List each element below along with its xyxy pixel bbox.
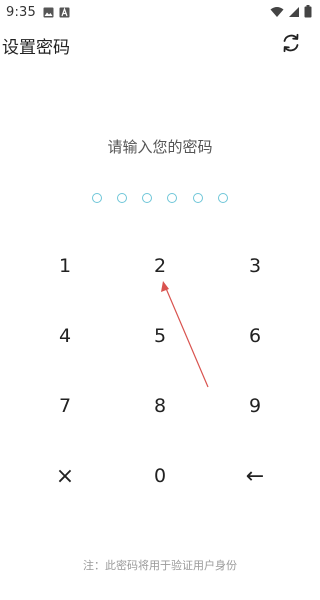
backspace-key[interactable]: ← — [220, 446, 290, 506]
key-5[interactable]: 5 — [125, 306, 195, 366]
key-9[interactable]: 9 — [220, 376, 290, 436]
pin-dot — [142, 193, 152, 203]
key-7[interactable]: 7 — [30, 376, 100, 436]
annotation-arrow — [161, 281, 209, 388]
pin-dot — [92, 193, 102, 203]
clear-key[interactable]: × — [30, 446, 100, 506]
key-3[interactable]: 3 — [220, 236, 290, 296]
key-0[interactable]: 0 — [125, 446, 195, 506]
pin-dot — [167, 193, 177, 203]
pin-indicator — [0, 193, 320, 205]
wifi-icon — [270, 3, 284, 22]
battery-icon — [304, 3, 312, 22]
pin-dot — [218, 193, 228, 203]
status-time: 9:35 — [6, 4, 36, 20]
footnote: 注：此密码将用于验证用户身份 — [83, 559, 237, 572]
key-6[interactable]: 6 — [220, 306, 290, 366]
key-8[interactable]: 8 — [125, 376, 195, 436]
app-bar: 设置密码 — [0, 28, 320, 62]
refresh-icon — [280, 32, 302, 58]
key-2[interactable]: 2 — [125, 236, 195, 296]
key-1[interactable]: 1 — [30, 236, 100, 296]
status-bar: 9:35 — [0, 0, 320, 24]
password-prompt: 请输入您的密码 — [107, 138, 213, 156]
image-icon — [43, 3, 54, 22]
page-title: 设置密码 — [2, 37, 70, 58]
text-a-icon — [59, 3, 70, 22]
pin-dot — [117, 193, 127, 203]
pin-dot — [193, 193, 203, 203]
key-4[interactable]: 4 — [30, 306, 100, 366]
refresh-button[interactable] — [278, 32, 304, 58]
cellular-signal-icon — [288, 3, 300, 22]
